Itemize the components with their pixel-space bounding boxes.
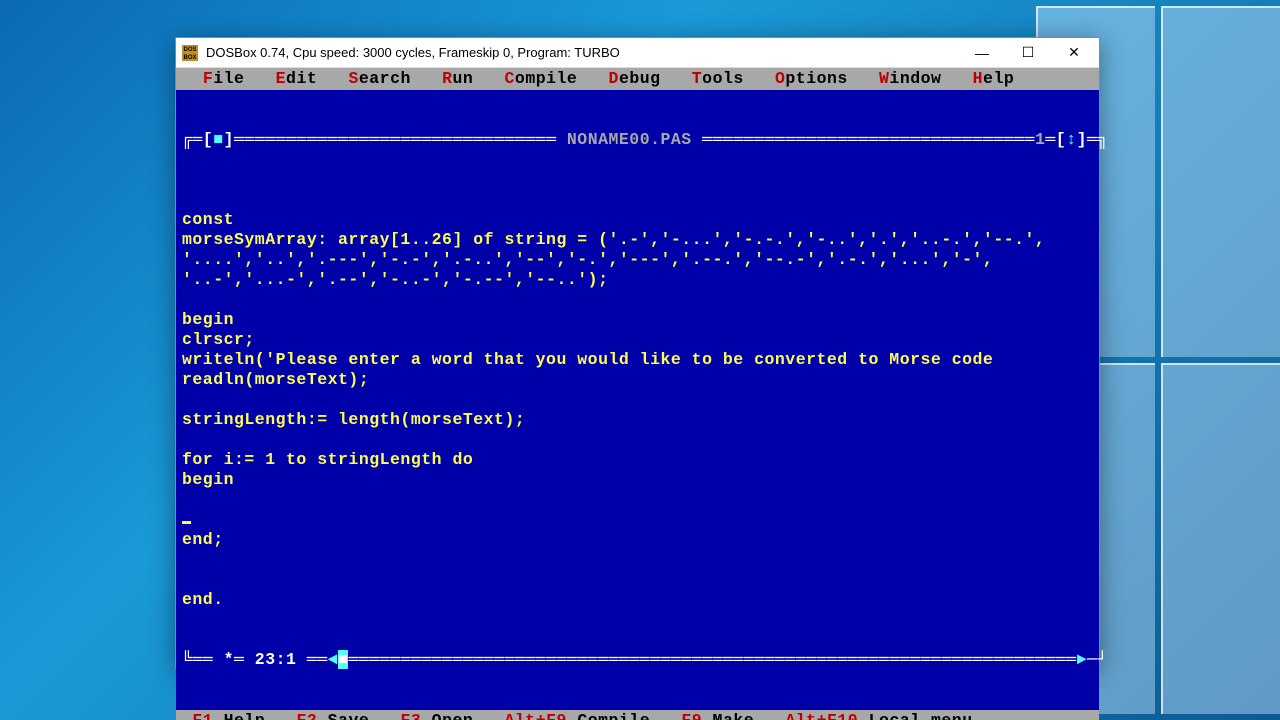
status-line: ╚══ *═ 23:1 ══◄■════════════════════════… <box>182 650 1093 670</box>
minimize-button[interactable]: — <box>959 38 1005 68</box>
menubar[interactable]: File Edit Search Run Compile Debug Tools… <box>176 68 1099 90</box>
frame-top: ╔═[■]═══════════════════════════════ NON… <box>182 130 1093 150</box>
function-bar[interactable]: F1 Help F2 Save F3 Open Alt+F9 Compile F… <box>176 710 1099 720</box>
code-area[interactable]: const morseSymArray: array[1..26] of str… <box>182 190 1093 610</box>
app-icon: DOSBOX <box>182 45 198 61</box>
editor[interactable]: ╔═[■]═══════════════════════════════ NON… <box>176 90 1099 710</box>
close-button[interactable]: ✕ <box>1051 38 1097 68</box>
maximize-button[interactable]: ☐ <box>1005 38 1051 68</box>
window-title: DOSBox 0.74, Cpu speed: 3000 cycles, Fra… <box>206 45 959 60</box>
dosbox-window: DOSBOX DOSBox 0.74, Cpu speed: 3000 cycl… <box>175 37 1100 669</box>
console: File Edit Search Run Compile Debug Tools… <box>176 68 1099 720</box>
titlebar[interactable]: DOSBOX DOSBox 0.74, Cpu speed: 3000 cycl… <box>176 38 1099 68</box>
